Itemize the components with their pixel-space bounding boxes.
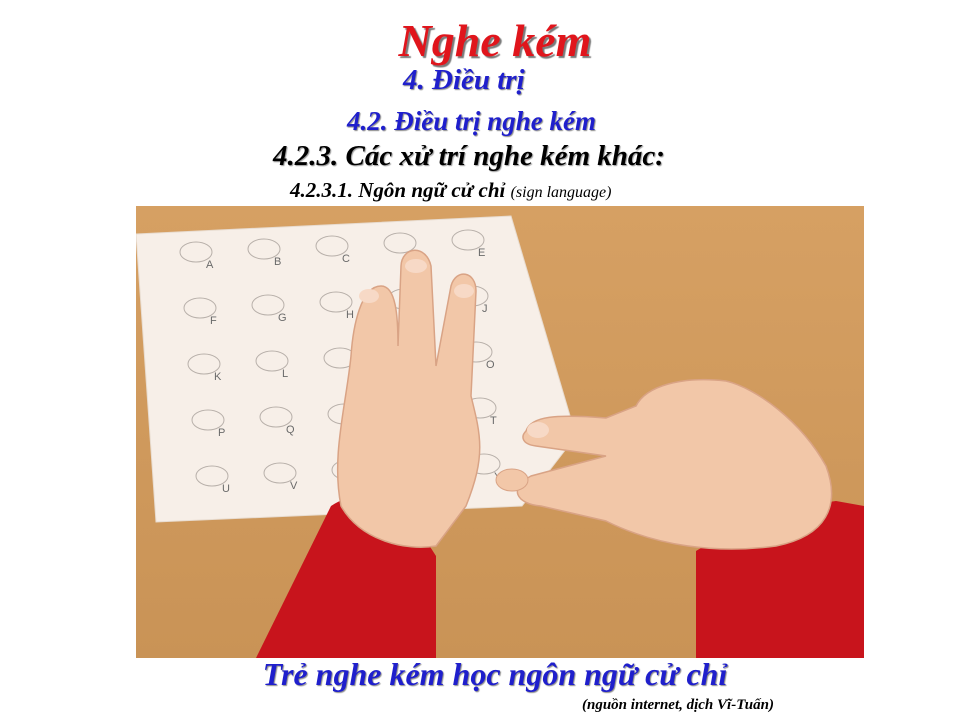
- alphabet-letter: F: [210, 315, 217, 327]
- heading-sign-language: 4.2.3.1. Ngôn ngữ cử chỉ (sign language): [290, 178, 611, 203]
- heading-hearing-loss-treatment: 4.2. Điều trị nghe kém: [347, 106, 597, 136]
- alphabet-letter: V: [290, 480, 298, 492]
- photo-illustration: ABCDEFGHIJKLMNOPQRSTUVWXY: [136, 215, 864, 658]
- source-credit: (nguồn internet, dịch Vĩ-Tuấn): [582, 697, 774, 713]
- alphabet-letter: J: [482, 303, 488, 315]
- alphabet-letter: C: [342, 253, 350, 265]
- alphabet-letter: U: [222, 483, 230, 495]
- alphabet-letter: G: [278, 312, 287, 324]
- photo-caption: Trẻ nghe kém học ngôn ngữ cử chỉ: [262, 656, 728, 692]
- alphabet-letter: Q: [286, 424, 295, 436]
- alphabet-letter: B: [274, 256, 281, 268]
- heading-treatment: 4. Điều trị: [403, 64, 525, 96]
- heading-sign-language-text: 4.2.3.1. Ngôn ngữ cử chỉ: [290, 178, 506, 202]
- alphabet-letter: H: [346, 309, 354, 321]
- alphabet-letter: L: [282, 368, 288, 380]
- slide-title: Nghe kém: [398, 15, 592, 66]
- alphabet-letter: T: [490, 415, 497, 427]
- alphabet-letter: O: [486, 359, 495, 371]
- sign-language-photo: ABCDEFGHIJKLMNOPQRSTUVWXY: [136, 206, 864, 658]
- alphabet-letter: A: [206, 259, 214, 271]
- alphabet-letter: E: [478, 247, 485, 259]
- alphabet-letter: K: [214, 371, 222, 383]
- alphabet-letter: P: [218, 427, 225, 439]
- heading-other-management: 4.2.3. Các xử trí nghe kém khác:: [273, 140, 665, 172]
- heading-sign-language-note: (sign language): [510, 184, 612, 201]
